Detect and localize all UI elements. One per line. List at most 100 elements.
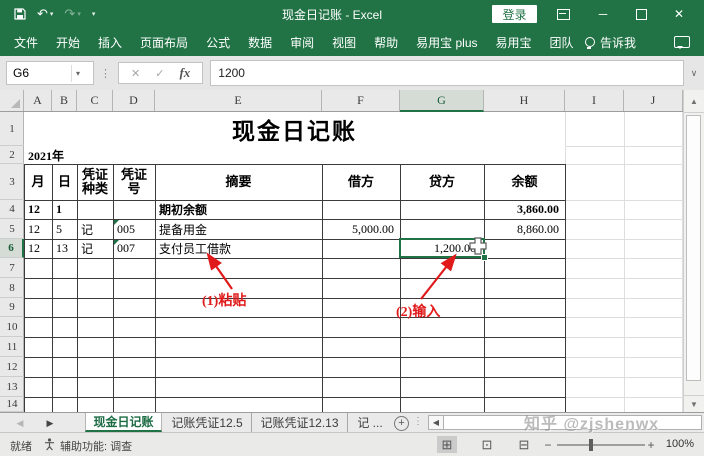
vertical-scrollbar[interactable]: ▲ ▼ xyxy=(683,90,704,412)
zoom-out-button[interactable]: − xyxy=(541,436,555,453)
zoom-slider-track[interactable] xyxy=(557,444,645,446)
tell-me-button[interactable]: 告诉我 xyxy=(585,34,640,51)
cell-e6-summary[interactable]: 支付员工借款 xyxy=(155,239,322,258)
worksheet-grid[interactable]: 1 2 3 4 5 6 7 8 9 10 11 12 13 14 现金日记账 2… xyxy=(0,112,683,412)
header-cell-voucher-type[interactable]: 凭证种类 xyxy=(77,164,113,200)
cell-d5-voucher-no[interactable]: 005 xyxy=(113,219,155,239)
sheet-tab-voucher-12-5[interactable]: 记账凭证12.5 xyxy=(163,413,252,432)
ribbon-tab-yiyongbao[interactable]: 易用宝 xyxy=(487,34,541,51)
row-header-10[interactable]: 10 xyxy=(0,317,24,337)
cell-a1-sheet-title[interactable]: 现金日记账 xyxy=(24,112,565,146)
column-header-j[interactable]: J xyxy=(624,90,683,111)
column-header-h[interactable]: H xyxy=(484,90,565,111)
ribbon-tab-help[interactable]: 帮助 xyxy=(365,34,407,51)
cell-a2-year[interactable]: 2021年 xyxy=(24,146,104,164)
sheet-tab-voucher-12-13[interactable]: 记账凭证12.13 xyxy=(252,413,348,432)
sign-in-button[interactable]: 登录 xyxy=(492,5,537,23)
name-box[interactable]: ▾ xyxy=(6,61,94,85)
cell-f5-debit[interactable]: 5,000.00 xyxy=(322,219,400,239)
row-header-14[interactable]: 14 xyxy=(0,397,24,412)
cell-b4-day[interactable]: 1 xyxy=(52,200,77,219)
new-sheet-button[interactable]: + xyxy=(394,416,409,431)
ribbon-tab-yiyongbao-plus[interactable]: 易用宝 plus xyxy=(407,34,486,51)
header-cell-day[interactable]: 日 xyxy=(52,164,77,200)
select-all-corner[interactable] xyxy=(0,90,24,111)
ribbon-tab-view[interactable]: 视图 xyxy=(323,34,365,51)
row-header-4[interactable]: 4 xyxy=(0,200,24,219)
column-header-f[interactable]: F xyxy=(322,90,400,111)
column-header-c[interactable]: C xyxy=(77,90,113,111)
sheet-nav-left-button[interactable]: ◀ xyxy=(12,416,28,430)
column-header-g-selected[interactable]: G xyxy=(400,90,484,112)
comment-icon[interactable] xyxy=(674,36,690,48)
sheet-nav-right-button[interactable]: ▶ xyxy=(42,416,58,430)
vertical-scrollbar-thumb[interactable] xyxy=(686,115,701,381)
header-cell-summary[interactable]: 摘要 xyxy=(155,164,322,200)
view-normal-button[interactable]: ⊞ xyxy=(437,436,457,453)
ribbon-tab-insert[interactable]: 插入 xyxy=(89,34,131,51)
row-header-6-selected[interactable]: 6 xyxy=(0,239,24,258)
cell-h4-balance[interactable]: 3,860.00 xyxy=(484,200,565,219)
zoom-in-button[interactable]: + xyxy=(644,436,658,453)
formula-bar-expand-icon[interactable]: ∨ xyxy=(684,68,704,79)
column-header-a[interactable]: A xyxy=(24,90,52,111)
confirm-entry-icon[interactable]: ✓ xyxy=(155,67,164,80)
hscroll-left-button[interactable]: ◀ xyxy=(428,415,444,430)
minimize-button[interactable]: ─ xyxy=(586,0,620,28)
cell-a5-month[interactable]: 12 xyxy=(24,219,52,239)
sheet-tab-truncated[interactable]: 记 ... xyxy=(348,413,392,432)
header-cell-balance[interactable]: 余额 xyxy=(484,164,565,200)
row-header-3[interactable]: 3 xyxy=(0,164,24,200)
header-cell-voucher-no[interactable]: 凭证号 xyxy=(113,164,155,200)
view-page-layout-button[interactable]: ⊡ xyxy=(477,436,497,453)
row-header-11[interactable]: 11 xyxy=(0,337,24,357)
scroll-down-button[interactable]: ▼ xyxy=(684,395,704,412)
sheet-tab-cash-journal[interactable]: 现金日记账 xyxy=(85,413,162,432)
ribbon-display-options-button[interactable] xyxy=(546,0,580,28)
header-cell-credit[interactable]: 贷方 xyxy=(400,164,484,200)
ribbon-tab-home[interactable]: 开始 xyxy=(47,34,89,51)
row-header-5[interactable]: 5 xyxy=(0,219,24,239)
fill-handle[interactable] xyxy=(481,254,488,261)
ribbon-tab-page-layout[interactable]: 页面布局 xyxy=(131,34,197,51)
header-cell-month[interactable]: 月 xyxy=(24,164,52,200)
cell-e5-summary[interactable]: 提备用金 xyxy=(155,219,322,239)
cell-e4-summary[interactable]: 期初余额 xyxy=(155,200,322,219)
name-box-input[interactable] xyxy=(7,65,71,81)
column-header-b[interactable]: B xyxy=(52,90,77,111)
close-button[interactable]: ✕ xyxy=(662,0,696,28)
name-box-dropdown-icon[interactable]: ▾ xyxy=(71,65,84,82)
cell-c5-voucher-type[interactable]: 记 xyxy=(77,219,113,239)
ribbon-tab-review[interactable]: 审阅 xyxy=(281,34,323,51)
cell-h5-balance[interactable]: 8,860.00 xyxy=(484,219,565,239)
row-header-1[interactable]: 1 xyxy=(0,112,24,146)
ribbon-tab-team[interactable]: 团队 xyxy=(541,34,583,51)
header-cell-debit[interactable]: 借方 xyxy=(322,164,400,200)
ribbon-tab-file[interactable]: 文件 xyxy=(0,34,47,51)
column-header-e[interactable]: E xyxy=(155,90,322,111)
cell-c6-voucher-type[interactable]: 记 xyxy=(77,239,113,258)
formula-input[interactable] xyxy=(210,60,684,86)
zoom-slider-handle[interactable] xyxy=(589,439,593,451)
zoom-level-label[interactable]: 100% xyxy=(658,438,694,450)
row-header-12[interactable]: 12 xyxy=(0,357,24,377)
ribbon-tab-data[interactable]: 数据 xyxy=(239,34,281,51)
column-header-i[interactable]: I xyxy=(565,90,624,111)
row-header-13[interactable]: 13 xyxy=(0,377,24,397)
column-header-d[interactable]: D xyxy=(113,90,155,111)
view-page-break-button[interactable]: ⊟ xyxy=(514,436,534,453)
ribbon-tab-formulas[interactable]: 公式 xyxy=(197,34,239,51)
scroll-up-button[interactable]: ▲ xyxy=(684,90,704,113)
insert-function-icon[interactable]: fx xyxy=(179,65,190,81)
cell-a6-month[interactable]: 12 xyxy=(24,239,52,258)
cell-b5-day[interactable]: 5 xyxy=(52,219,77,239)
row-header-8[interactable]: 8 xyxy=(0,278,24,298)
cancel-entry-icon[interactable]: ✕ xyxy=(131,67,140,80)
row-header-2[interactable]: 2 xyxy=(0,146,24,164)
cell-d6-voucher-no[interactable]: 007 xyxy=(113,239,155,258)
row-header-9[interactable]: 9 xyxy=(0,298,24,317)
maximize-button[interactable] xyxy=(624,0,658,28)
cell-a4-month[interactable]: 12 xyxy=(24,200,52,219)
cell-b6-day[interactable]: 13 xyxy=(52,239,77,258)
row-header-7[interactable]: 7 xyxy=(0,258,24,278)
